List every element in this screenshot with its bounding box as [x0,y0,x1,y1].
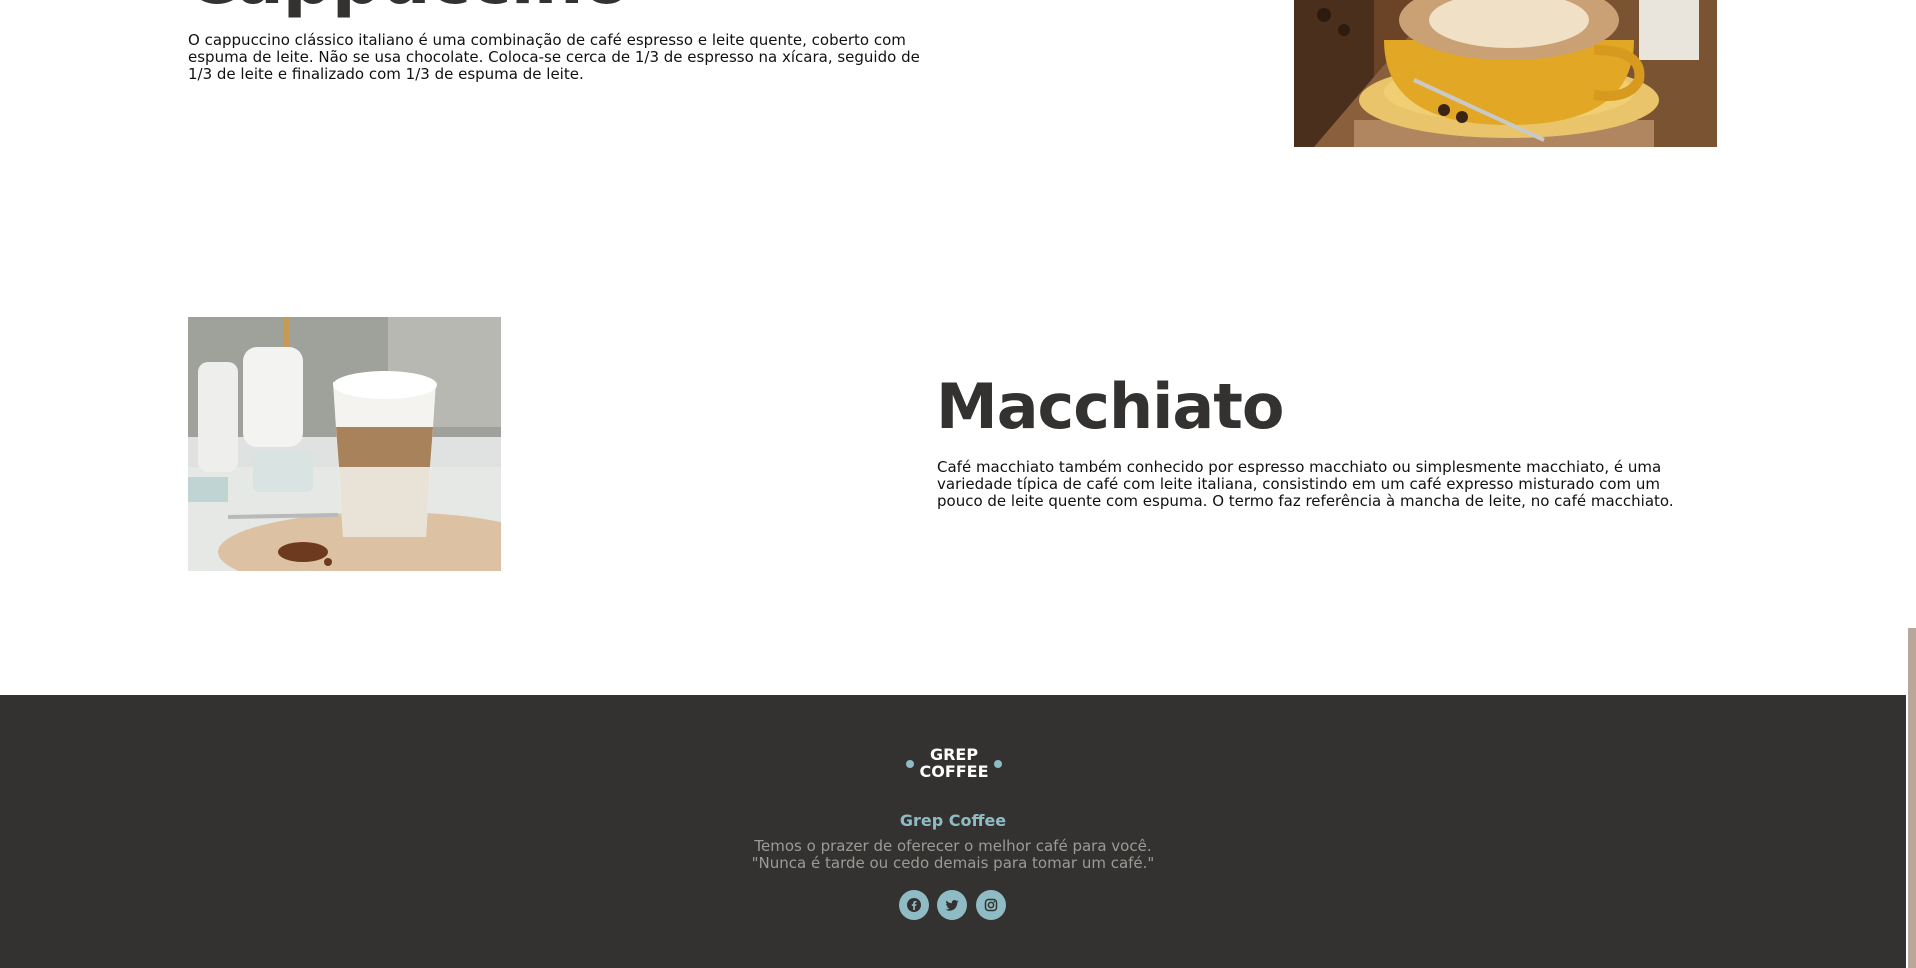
facebook-icon [907,898,921,912]
footer-logo[interactable]: GREP COFFEE [904,746,1004,782]
instagram-link[interactable] [976,890,1006,920]
scrollbar-thumb[interactable] [1908,628,1916,968]
facebook-link[interactable] [899,890,929,920]
macchiato-description: Café macchiato também conhecido por espr… [937,458,1674,510]
footer-brand-name: Grep Coffee [899,811,1007,830]
macchiato-title: Macchiato [936,370,1284,443]
footer-tagline: Temos o prazer de oferecer o melhor café… [0,838,1906,872]
logo-text-grep: GREP [929,745,979,764]
logo-dot-right [994,760,1002,768]
footer-tagline-line2: "Nunca é tarde ou cedo demais para tomar… [751,854,1155,872]
logo-text-coffee: COFFEE [919,762,989,781]
cappuccino-title: Cappuccino [186,0,631,20]
twitter-link[interactable] [937,890,967,920]
footer-tagline-line1: Temos o prazer de oferecer o melhor café… [754,837,1152,855]
footer [0,695,1906,968]
instagram-icon [984,898,998,912]
twitter-icon [945,900,959,911]
macchiato-image [188,317,501,571]
cappuccino-image [1294,0,1717,147]
cappuccino-description: O cappuccino clássico italiano é uma com… [188,31,920,83]
